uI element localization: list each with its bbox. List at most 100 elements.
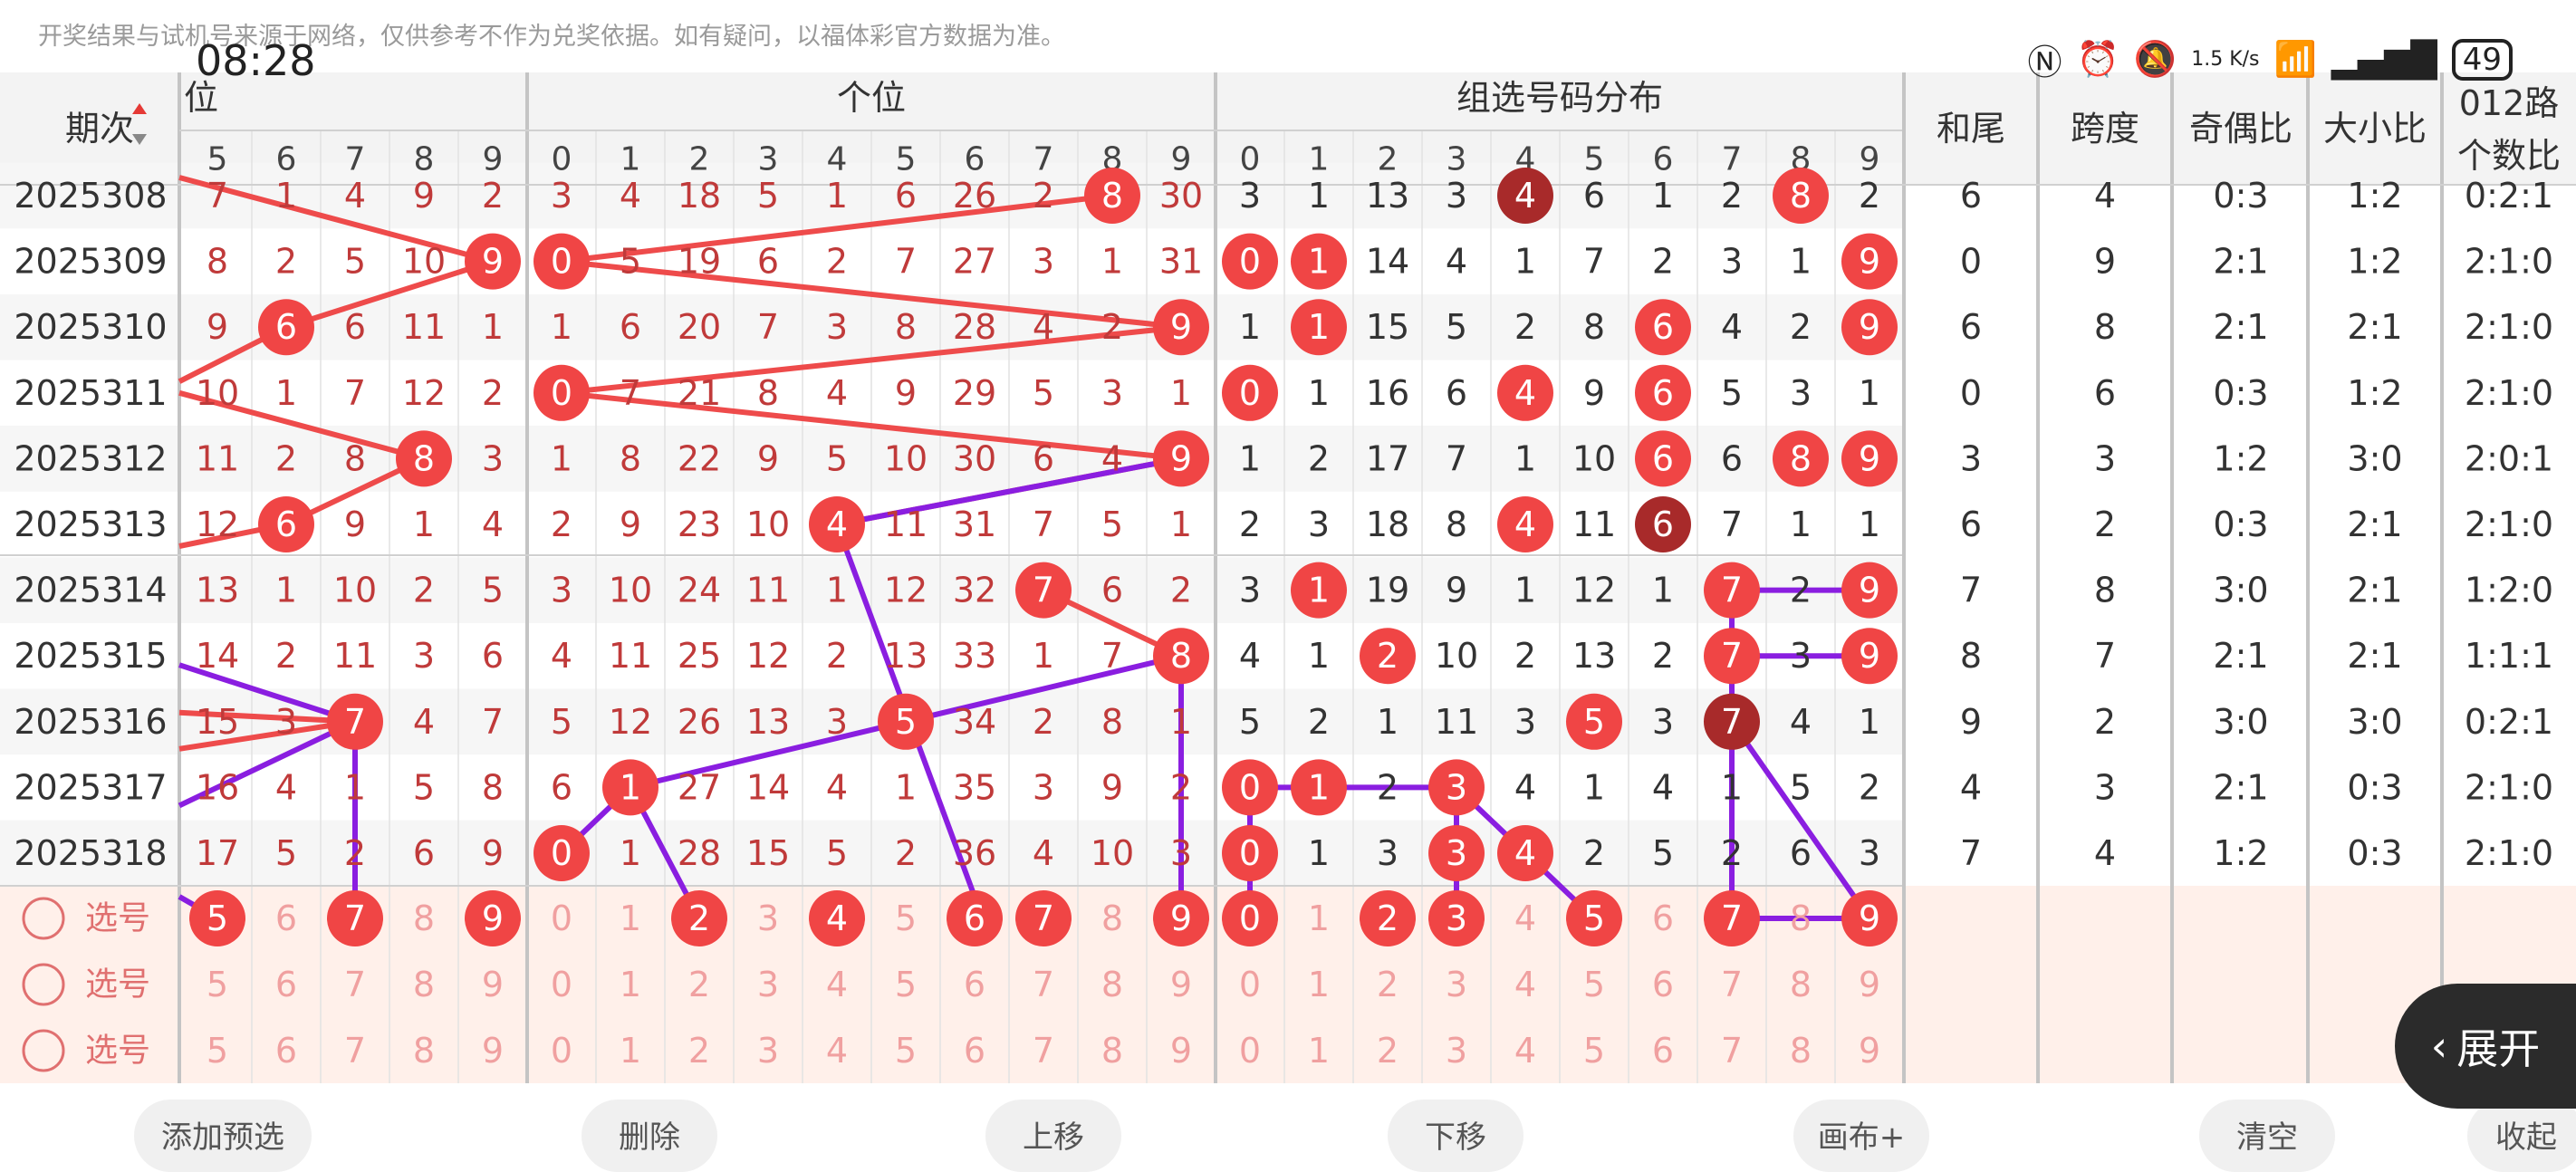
select-digit[interactable]: 9: [1170, 965, 1192, 1004]
ball-number: 6: [964, 898, 985, 938]
group-miss-count: 1: [1721, 767, 1743, 807]
select-digit[interactable]: 8: [413, 898, 435, 938]
select-digit[interactable]: 6: [275, 965, 297, 1004]
select-digit[interactable]: 3: [1446, 1031, 1467, 1071]
units-hit-ball: 0: [533, 364, 590, 421]
units-hit-ball: 8: [1153, 628, 1209, 685]
select-digit[interactable]: 5: [895, 898, 917, 938]
units-miss-count: 4: [1033, 307, 1054, 347]
group-miss-count: 2: [1721, 176, 1743, 216]
group-miss-count: 8: [1583, 307, 1605, 347]
select-digit[interactable]: 4: [826, 965, 848, 1004]
group-miss-count: 3: [1308, 504, 1330, 544]
select-digit[interactable]: 9: [482, 1031, 504, 1071]
stat-value: 4: [1960, 767, 1982, 807]
group-hit-ball: 3: [1428, 825, 1485, 881]
select-digit[interactable]: 1: [1308, 1031, 1330, 1071]
group-miss-count: 1: [1308, 176, 1330, 216]
select-digit[interactable]: 3: [757, 1031, 779, 1071]
collapse-button[interactable]: 收起: [2467, 1100, 2576, 1172]
select-digit[interactable]: 3: [1446, 965, 1467, 1004]
units-miss-count: 30: [1159, 176, 1203, 216]
select-digit[interactable]: 5: [207, 965, 228, 1004]
select-digit[interactable]: 1: [620, 965, 641, 1004]
delete-button[interactable]: 删除: [582, 1100, 717, 1172]
select-digit[interactable]: 5: [1583, 965, 1605, 1004]
select-digit[interactable]: 0: [551, 1031, 572, 1071]
units-hit-ball: 7: [1015, 562, 1072, 619]
select-digit[interactable]: 4: [1514, 965, 1536, 1004]
select-digit[interactable]: 5: [1583, 1031, 1605, 1071]
select-digit[interactable]: 3: [757, 965, 779, 1004]
tens-miss-count: 9: [207, 307, 228, 347]
select-digit[interactable]: 9: [1859, 965, 1880, 1004]
move-up-button[interactable]: 上移: [985, 1100, 1121, 1172]
select-digit[interactable]: 7: [1033, 965, 1054, 1004]
stat-value: 1:2: [2347, 176, 2402, 216]
select-digit[interactable]: 9: [1170, 1031, 1192, 1071]
select-digit[interactable]: 2: [1377, 1031, 1399, 1071]
select-digit[interactable]: 2: [688, 965, 710, 1004]
select-digit[interactable]: 6: [275, 898, 297, 938]
units-hit-ball: 9: [1153, 299, 1209, 356]
canvas-plus-button[interactable]: 画布+: [1793, 1100, 1929, 1172]
select-digit[interactable]: 6: [1652, 1031, 1674, 1071]
units-miss-count: 10: [746, 504, 790, 544]
ball-number: 9: [1170, 438, 1192, 478]
units-miss-count: 3: [826, 307, 848, 347]
select-digit[interactable]: 5: [895, 1031, 917, 1071]
units-miss-count: 8: [1101, 702, 1123, 742]
stat-value: 2:1: [2347, 504, 2402, 544]
select-digit[interactable]: 6: [1652, 898, 1674, 938]
select-digit[interactable]: 8: [1101, 898, 1123, 938]
header-digit: 7: [345, 141, 366, 178]
select-digit[interactable]: 8: [1101, 965, 1123, 1004]
select-digit[interactable]: 7: [1721, 965, 1743, 1004]
expand-button[interactable]: ‹ 展开: [2395, 984, 2576, 1109]
units-miss-count: 11: [746, 571, 790, 610]
select-digit[interactable]: 6: [275, 1031, 297, 1071]
stat-value: 2: [2094, 702, 2116, 742]
ball-number: 4: [1514, 504, 1536, 544]
group-miss-count: 10: [1572, 438, 1616, 478]
select-digit[interactable]: 1: [1308, 898, 1330, 938]
select-digit[interactable]: 8: [1790, 1031, 1812, 1071]
select-digit[interactable]: 7: [1033, 1031, 1054, 1071]
select-digit[interactable]: 0: [1239, 1031, 1261, 1071]
select-digit[interactable]: 0: [551, 898, 572, 938]
select-digit[interactable]: 8: [1790, 965, 1812, 1004]
select-digit[interactable]: 5: [207, 1031, 228, 1071]
select-digit[interactable]: 6: [964, 1031, 985, 1071]
tens-miss-count: 7: [344, 373, 366, 413]
select-digit[interactable]: 2: [688, 1031, 710, 1071]
clear-button[interactable]: 清空: [2199, 1100, 2335, 1172]
select-digit[interactable]: 4: [1514, 898, 1536, 938]
select-digit[interactable]: 7: [344, 1031, 366, 1071]
select-digit[interactable]: 0: [1239, 965, 1261, 1004]
select-digit[interactable]: 4: [1514, 1031, 1536, 1071]
select-digit[interactable]: 3: [757, 898, 779, 938]
select-digit[interactable]: 1: [620, 898, 641, 938]
select-digit[interactable]: 8: [1101, 1031, 1123, 1071]
select-digit[interactable]: 9: [482, 965, 504, 1004]
select-digit[interactable]: 1: [620, 1031, 641, 1071]
select-digit[interactable]: 6: [964, 965, 985, 1004]
select-digit[interactable]: 8: [1790, 898, 1812, 938]
select-digit[interactable]: 1: [1308, 965, 1330, 1004]
select-digit[interactable]: 0: [551, 965, 572, 1004]
units-miss-count: 36: [953, 833, 996, 873]
select-digit[interactable]: 2: [1377, 965, 1399, 1004]
move-down-button[interactable]: 下移: [1388, 1100, 1523, 1172]
group-miss-count: 2: [1721, 833, 1743, 873]
select-digit[interactable]: 9: [1859, 1031, 1880, 1071]
select-digit[interactable]: 7: [1721, 1031, 1743, 1071]
select-digit[interactable]: 8: [413, 1031, 435, 1071]
ball-number: 0: [1239, 898, 1261, 938]
add-preselect-button[interactable]: 添加预选: [134, 1100, 312, 1172]
select-digit[interactable]: 7: [344, 965, 366, 1004]
select-digit[interactable]: 5: [895, 965, 917, 1004]
group-miss-count: 2: [1514, 636, 1536, 676]
select-digit[interactable]: 8: [413, 965, 435, 1004]
select-digit[interactable]: 4: [826, 1031, 848, 1071]
select-digit[interactable]: 6: [1652, 965, 1674, 1004]
